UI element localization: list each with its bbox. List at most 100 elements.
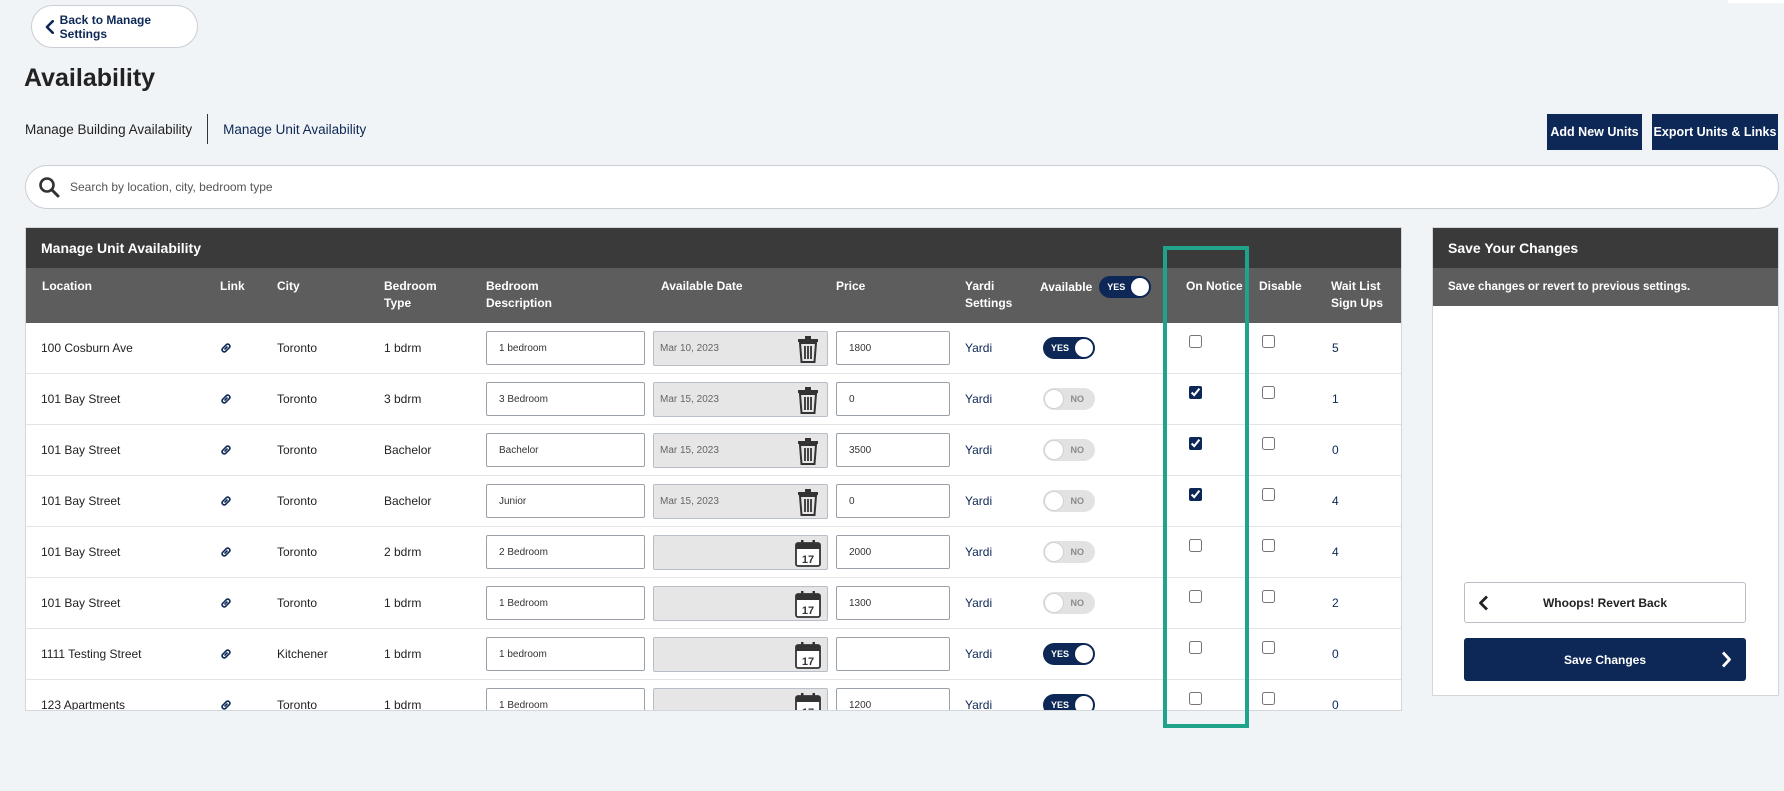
disable-checkbox[interactable]	[1262, 641, 1275, 654]
available-date-field[interactable]: Mar 15, 2023	[653, 432, 828, 468]
trash-icon[interactable]	[794, 436, 822, 466]
on-notice-checkbox[interactable]	[1189, 437, 1202, 450]
tab-manage-building-availability[interactable]: Manage Building Availability	[25, 122, 207, 137]
add-new-units-button[interactable]: Add New Units	[1547, 114, 1642, 150]
yardi-settings-link[interactable]: Yardi	[965, 698, 992, 710]
price-input[interactable]	[836, 586, 950, 620]
yardi-settings-link[interactable]: Yardi	[965, 647, 992, 661]
save-changes-button[interactable]: Save Changes	[1464, 638, 1746, 681]
available-toggle[interactable]: NO	[1043, 388, 1095, 410]
calendar-icon[interactable]: 17	[794, 538, 822, 568]
revert-button[interactable]: Whoops! Revert Back	[1464, 582, 1746, 623]
wait-list-count[interactable]: 0	[1332, 698, 1339, 710]
price-input[interactable]	[836, 535, 950, 569]
link-icon[interactable]	[219, 596, 233, 610]
wait-list-count[interactable]: 0	[1332, 647, 1339, 661]
cell-link[interactable]	[219, 323, 233, 373]
on-notice-checkbox[interactable]	[1189, 335, 1202, 348]
available-date-field[interactable]: 17	[653, 687, 828, 712]
wait-list-count[interactable]: 4	[1332, 545, 1339, 559]
price-input[interactable]	[836, 382, 950, 416]
price-input[interactable]	[836, 331, 950, 365]
yardi-settings-link[interactable]: Yardi	[965, 545, 992, 559]
cell-link[interactable]	[219, 425, 233, 475]
disable-checkbox[interactable]	[1262, 386, 1275, 399]
wait-list-count[interactable]: 1	[1332, 392, 1339, 406]
available-all-toggle[interactable]: YES	[1099, 276, 1152, 298]
link-icon[interactable]	[219, 341, 233, 355]
link-icon[interactable]	[219, 545, 233, 559]
cell-link[interactable]	[219, 374, 233, 424]
trash-icon[interactable]	[794, 334, 822, 364]
disable-checkbox[interactable]	[1262, 437, 1275, 450]
calendar-icon[interactable]: 17	[794, 589, 822, 619]
bedroom-description-input[interactable]	[486, 433, 645, 467]
available-toggle[interactable]: YES	[1043, 694, 1095, 710]
back-to-settings-button[interactable]: Back to Manage Settings	[31, 5, 198, 48]
yardi-settings-link[interactable]: Yardi	[965, 392, 992, 406]
bedroom-description-input[interactable]	[486, 688, 645, 710]
toggle-knob	[1045, 543, 1063, 561]
trash-icon[interactable]	[794, 385, 822, 415]
wait-list-count[interactable]: 2	[1332, 596, 1339, 610]
disable-checkbox[interactable]	[1262, 488, 1275, 501]
available-date-field[interactable]: 17	[653, 585, 828, 621]
available-date-field[interactable]: 17	[653, 534, 828, 570]
cell-link[interactable]	[219, 629, 233, 679]
bedroom-description-input[interactable]	[486, 535, 645, 569]
bedroom-description-input[interactable]	[486, 586, 645, 620]
wait-list-count[interactable]: 5	[1332, 341, 1339, 355]
bedroom-description-input[interactable]	[486, 382, 645, 416]
on-notice-checkbox[interactable]	[1189, 488, 1202, 501]
disable-checkbox[interactable]	[1262, 335, 1275, 348]
price-input[interactable]	[836, 484, 950, 518]
trash-icon[interactable]	[794, 487, 822, 517]
available-date-field[interactable]: Mar 15, 2023	[653, 381, 828, 417]
price-input[interactable]	[836, 637, 950, 671]
link-icon[interactable]	[219, 698, 233, 711]
yardi-settings-link[interactable]: Yardi	[965, 494, 992, 508]
available-date-field[interactable]: 17	[653, 636, 828, 672]
on-notice-checkbox[interactable]	[1189, 692, 1202, 705]
disable-checkbox[interactable]	[1262, 539, 1275, 552]
on-notice-checkbox[interactable]	[1189, 590, 1202, 603]
on-notice-checkbox[interactable]	[1189, 386, 1202, 399]
disable-checkbox[interactable]	[1262, 692, 1275, 705]
available-toggle[interactable]: NO	[1043, 439, 1095, 461]
bedroom-description-input[interactable]	[486, 637, 645, 671]
save-panel-subtitle: Save changes or revert to previous setti…	[1433, 268, 1778, 306]
link-icon[interactable]	[219, 494, 233, 508]
available-toggle[interactable]: YES	[1043, 643, 1095, 665]
available-toggle[interactable]: YES	[1043, 337, 1095, 359]
search-input[interactable]	[68, 179, 1668, 195]
tab-manage-unit-availability[interactable]: Manage Unit Availability	[223, 122, 381, 137]
available-date-field[interactable]: Mar 15, 2023	[653, 483, 828, 519]
yardi-settings-link[interactable]: Yardi	[965, 443, 992, 457]
available-toggle[interactable]: NO	[1043, 541, 1095, 563]
link-icon[interactable]	[219, 647, 233, 661]
link-icon[interactable]	[219, 392, 233, 406]
calendar-icon[interactable]: 17	[794, 640, 822, 670]
available-date-field[interactable]: Mar 10, 2023	[653, 330, 828, 366]
on-notice-checkbox[interactable]	[1189, 539, 1202, 552]
on-notice-checkbox[interactable]	[1189, 641, 1202, 654]
disable-checkbox[interactable]	[1262, 590, 1275, 603]
cell-link[interactable]	[219, 578, 233, 628]
search-bar[interactable]	[25, 165, 1779, 209]
cell-link[interactable]	[219, 476, 233, 526]
wait-list-count[interactable]: 0	[1332, 443, 1339, 457]
yardi-settings-link[interactable]: Yardi	[965, 341, 992, 355]
cell-link[interactable]	[219, 680, 233, 711]
bedroom-description-input[interactable]	[486, 484, 645, 518]
available-toggle[interactable]: NO	[1043, 490, 1095, 512]
calendar-icon[interactable]: 17	[794, 691, 822, 712]
export-units-button[interactable]: Export Units & Links	[1652, 114, 1778, 150]
link-icon[interactable]	[219, 443, 233, 457]
cell-link[interactable]	[219, 527, 233, 577]
wait-list-count[interactable]: 4	[1332, 494, 1339, 508]
price-input[interactable]	[836, 688, 950, 710]
bedroom-description-input[interactable]	[486, 331, 645, 365]
yardi-settings-link[interactable]: Yardi	[965, 596, 992, 610]
price-input[interactable]	[836, 433, 950, 467]
available-toggle[interactable]: NO	[1043, 592, 1095, 614]
